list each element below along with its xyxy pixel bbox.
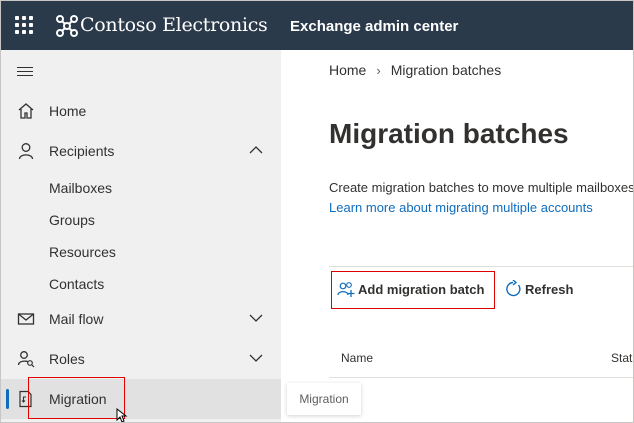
divider	[329, 266, 634, 267]
chevron-up-icon[interactable]	[249, 145, 263, 155]
sidebar-item-recipients[interactable]: Recipients	[0, 131, 281, 171]
chevron-right-icon: ›	[376, 63, 381, 78]
home-icon	[18, 103, 34, 119]
add-migration-batch-label: Add migration batch	[358, 282, 485, 297]
brand-name[interactable]: Contoso Electronics	[80, 14, 268, 36]
app-launcher-icon[interactable]	[15, 16, 33, 34]
hamburger-menu-icon[interactable]	[17, 67, 33, 77]
breadcrumb-home[interactable]: Home	[329, 62, 366, 78]
app-title[interactable]: Exchange admin center	[290, 18, 458, 35]
person-icon	[18, 143, 34, 160]
refresh-label: Refresh	[525, 282, 574, 297]
column-header-name[interactable]: Name	[341, 351, 373, 365]
selection-indicator	[6, 389, 9, 409]
sidebar-subitem-resources[interactable]: Resources	[49, 244, 116, 260]
refresh-icon	[506, 280, 521, 297]
table-header-divider	[329, 377, 634, 378]
mouse-pointer-icon	[116, 408, 128, 423]
breadcrumb: Home › Migration batches	[329, 62, 501, 78]
sidebar-item-label: Mail flow	[49, 311, 104, 327]
sidebar-item-label: Roles	[49, 351, 85, 367]
highlight-box	[28, 377, 125, 419]
sidebar-item-roles[interactable]: Roles	[0, 339, 281, 379]
sidebar-subitem-contacts[interactable]: Contacts	[49, 276, 104, 292]
sidebar-item-home[interactable]: Home	[0, 91, 281, 131]
add-people-icon	[337, 282, 355, 297]
sidebar-subitem-mailboxes[interactable]: Mailboxes	[49, 180, 112, 196]
contoso-logo-icon	[56, 15, 78, 37]
sidebar-item-label: Home	[49, 103, 87, 119]
roles-icon	[17, 351, 35, 368]
page-description: Create migration batches to move multipl…	[329, 180, 634, 195]
breadcrumb-current: Migration batches	[390, 62, 502, 78]
mail-icon	[17, 313, 35, 325]
add-migration-batch-button[interactable]: Add migration batch	[331, 271, 495, 309]
column-header-status[interactable]: Status	[611, 351, 634, 365]
chevron-down-icon[interactable]	[249, 353, 263, 363]
sidebar-subitem-groups[interactable]: Groups	[49, 212, 95, 228]
chevron-down-icon[interactable]	[249, 313, 263, 323]
tooltip: Migration	[287, 383, 361, 415]
sidebar-item-mail-flow[interactable]: Mail flow	[0, 299, 281, 339]
sidebar-item-label: Recipients	[49, 143, 115, 159]
page-title: Migration batches	[329, 118, 569, 149]
app-header: Contoso Electronics Exchange admin cente…	[0, 0, 634, 50]
learn-more-link[interactable]: Learn more about migrating multiple acco…	[329, 200, 593, 215]
